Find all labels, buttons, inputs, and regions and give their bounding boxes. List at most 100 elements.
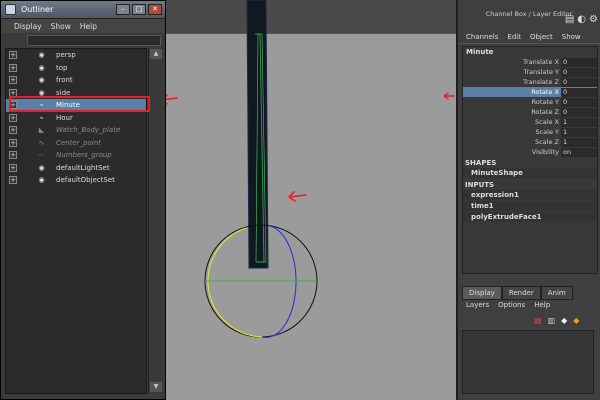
layer-editor-tabs: Display Render Anim xyxy=(462,286,573,300)
minute-hand[interactable] xyxy=(246,0,269,269)
attr-name[interactable]: Scale Y xyxy=(463,128,561,136)
new-layer-icon[interactable]: ▤ xyxy=(534,316,542,325)
attr-row-scale-x[interactable]: Scale X1 xyxy=(463,117,597,127)
outliner-item-label: front xyxy=(56,76,73,85)
expand-icon[interactable]: + xyxy=(9,63,17,72)
outliner-item-defaultobjectset[interactable]: + ◉ defaultObjectSet xyxy=(6,174,146,187)
input-node[interactable]: polyExtrudeFace1 xyxy=(463,212,597,222)
layer-menu-bar: Layers Options Help xyxy=(466,301,550,309)
attr-row-rotate-x[interactable]: Rotate X0 xyxy=(463,87,597,97)
menu-layers[interactable]: Layers xyxy=(466,301,489,309)
layer-list[interactable] xyxy=(462,330,594,394)
outliner-item-defaultlightset[interactable]: + ◉ defaultLightSet xyxy=(6,162,146,175)
node-name[interactable]: Minute xyxy=(463,47,597,57)
attr-name[interactable]: Rotate Z xyxy=(463,108,561,116)
attr-value-field[interactable]: 0 xyxy=(561,107,597,117)
outliner-scrollbar[interactable]: ▲ ▼ xyxy=(148,48,162,394)
outliner-item-persp[interactable]: + ◉ persp xyxy=(6,49,146,62)
outliner-item-watch-body-plate[interactable]: + ◣ Watch_Body_plate xyxy=(6,124,146,137)
annotation-arrow-icon xyxy=(443,92,455,100)
nurbs-curve-icon: ⌁ xyxy=(39,113,44,122)
scroll-down-button[interactable]: ▼ xyxy=(150,382,162,392)
expand-icon[interactable]: + xyxy=(9,163,17,172)
attr-row-rotate-z[interactable]: Rotate Z0 xyxy=(463,107,597,117)
attr-row-rotate-y[interactable]: Rotate Y0 xyxy=(463,97,597,107)
attr-name[interactable]: Scale Z xyxy=(463,138,561,146)
attr-value-field[interactable]: 0 xyxy=(561,87,597,97)
tab-anim[interactable]: Anim xyxy=(540,286,573,300)
attr-row-scale-z[interactable]: Scale Z1 xyxy=(463,137,597,147)
outliner-item-label: Numbers_group xyxy=(56,151,112,160)
layer-move-up-icon[interactable]: ◆ xyxy=(561,316,567,325)
outliner-app-icon xyxy=(5,4,16,15)
outliner-title-bar[interactable]: Outliner – □ ✕ xyxy=(1,1,165,19)
scroll-up-button[interactable]: ▲ xyxy=(150,49,162,59)
attr-value-field[interactable]: 0 xyxy=(561,67,597,77)
menu-help[interactable]: Help xyxy=(80,22,97,31)
channel-box-title: Channel Box / Layer Editor xyxy=(485,10,573,18)
expand-icon[interactable]: + xyxy=(9,126,17,135)
menu-help[interactable]: Help xyxy=(534,301,550,309)
menu-show[interactable]: Show xyxy=(51,22,71,31)
menu-channels[interactable]: Channels xyxy=(466,33,498,41)
expand-icon[interactable]: + xyxy=(9,151,17,160)
menu-edit[interactable]: Edit xyxy=(507,33,521,41)
outliner-filter-input[interactable] xyxy=(27,35,161,46)
attr-name[interactable]: Rotate Y xyxy=(463,98,561,106)
attr-name[interactable]: Translate X xyxy=(463,58,561,66)
channel-box-icon[interactable]: ▤ xyxy=(565,14,574,25)
mesh-icon: ◣ xyxy=(38,126,45,135)
input-node[interactable]: expression1 xyxy=(463,190,597,200)
minimize-button[interactable]: – xyxy=(116,4,130,15)
tool-settings-icon[interactable]: ⚙ xyxy=(589,14,598,25)
outliner-item-top[interactable]: + ◉ top xyxy=(6,62,146,75)
attr-value-field[interactable]: 0 xyxy=(561,57,597,67)
attr-row-translate-y[interactable]: Translate Y0 xyxy=(463,67,597,77)
attr-name[interactable]: Scale X xyxy=(463,118,561,126)
attr-value-field[interactable]: 1 xyxy=(561,127,597,137)
attr-name[interactable]: Visibility xyxy=(463,148,561,156)
maximize-button[interactable]: □ xyxy=(132,4,146,15)
shape-node[interactable]: MinuteShape xyxy=(463,168,597,178)
attr-name[interactable]: Rotate X xyxy=(463,88,561,96)
close-button[interactable]: ✕ xyxy=(148,4,162,15)
camera-icon: ◉ xyxy=(38,63,45,72)
outliner-item-label: defaultLightSet xyxy=(56,163,110,172)
expand-icon[interactable]: + xyxy=(9,51,17,60)
expand-icon[interactable]: + xyxy=(9,113,17,122)
menu-display[interactable]: Display xyxy=(14,22,42,31)
layer-move-down-icon[interactable]: ◆ xyxy=(573,316,579,325)
attribute-editor-icon[interactable]: ◐ xyxy=(577,14,586,25)
attr-row-translate-z[interactable]: Translate Z0 xyxy=(463,77,597,87)
menu-object[interactable]: Object xyxy=(530,33,553,41)
attr-value-field[interactable]: on xyxy=(561,147,597,157)
attr-value-field[interactable]: 1 xyxy=(561,137,597,147)
outliner-item-numbers-group[interactable]: + ⋯ Numbers_group xyxy=(6,149,146,162)
outliner-item-center-point[interactable]: + ∿ Center_point xyxy=(6,137,146,150)
annotation-arrow-icon xyxy=(288,191,307,202)
attr-name[interactable]: Translate Z xyxy=(463,78,561,86)
menu-show[interactable]: Show xyxy=(562,33,581,41)
outliner-item-label: Center_point xyxy=(56,138,101,147)
attr-name[interactable]: Translate Y xyxy=(463,68,561,76)
attr-value-field[interactable]: 0 xyxy=(561,97,597,107)
attr-row-scale-y[interactable]: Scale Y1 xyxy=(463,127,597,137)
tab-display[interactable]: Display xyxy=(462,286,502,300)
outliner-item-hour[interactable]: + ⌁ Hour xyxy=(6,112,146,125)
channel-box-menu-bar: Channels Edit Object Show xyxy=(458,30,600,44)
outliner-item-front[interactable]: + ◉ front xyxy=(6,74,146,87)
tab-render[interactable]: Render xyxy=(501,286,541,300)
new-layer-selected-icon[interactable]: ▥ xyxy=(548,316,556,325)
set-icon: ◉ xyxy=(38,176,45,185)
attr-row-translate-x[interactable]: Translate X0 xyxy=(463,57,597,67)
expand-icon[interactable]: + xyxy=(9,176,17,185)
layer-toolbar: ▤ ▥ ◆ ◆ xyxy=(534,316,579,325)
expand-icon[interactable]: + xyxy=(9,76,17,85)
expand-icon[interactable]: + xyxy=(9,138,17,147)
menu-options[interactable]: Options xyxy=(498,301,525,309)
attr-value-field[interactable]: 1 xyxy=(561,117,597,127)
attr-row-visibility[interactable]: Visibility on xyxy=(463,147,597,157)
attr-value-field[interactable]: 0 xyxy=(561,77,597,87)
input-node[interactable]: time1 xyxy=(463,201,597,211)
outliner-menu-bar: Display Show Help xyxy=(1,19,165,33)
